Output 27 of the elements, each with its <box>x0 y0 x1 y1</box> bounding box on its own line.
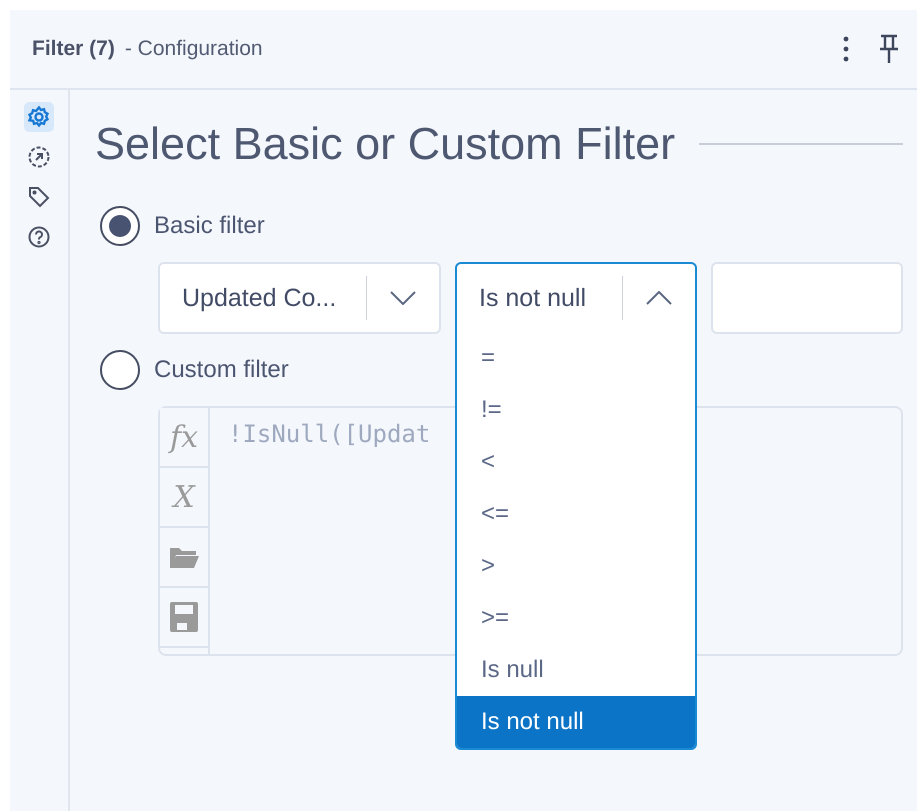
caret-icon <box>390 291 416 305</box>
tag-icon <box>27 185 51 209</box>
save-icon[interactable] <box>169 601 199 633</box>
operator-option[interactable]: >= <box>457 592 695 644</box>
operator-option[interactable]: > <box>457 540 695 592</box>
radio-button[interactable] <box>100 350 140 390</box>
radio-button[interactable] <box>100 206 140 246</box>
operator-dropdown[interactable]: Is not null <box>455 262 697 334</box>
option-label: Basic filter <box>154 212 265 240</box>
panel-subtitle: - Configuration <box>124 37 263 61</box>
arrow-circle-icon <box>27 145 51 169</box>
more-icon[interactable] <box>843 36 849 62</box>
operator-option[interactable]: Is not null <box>457 696 695 748</box>
help-icon <box>27 225 51 249</box>
section-heading: Select Basic or Custom Filter <box>95 118 676 170</box>
operator-option[interactable]: = <box>457 332 695 384</box>
pin-icon[interactable] <box>879 34 899 64</box>
operator-option[interactable]: < <box>457 436 695 488</box>
sidebar-tab[interactable] <box>24 102 54 132</box>
panel-title: Filter (7) <box>32 37 115 61</box>
field-dropdown[interactable]: Updated Co... <box>158 262 441 334</box>
gear-icon <box>27 105 51 129</box>
expression-text: !IsNull([Updat <box>227 419 432 450</box>
option-label: Custom filter <box>154 356 289 384</box>
value-field[interactable] <box>711 262 903 334</box>
operator-option[interactable]: <= <box>457 488 695 540</box>
caret-icon <box>646 291 672 305</box>
